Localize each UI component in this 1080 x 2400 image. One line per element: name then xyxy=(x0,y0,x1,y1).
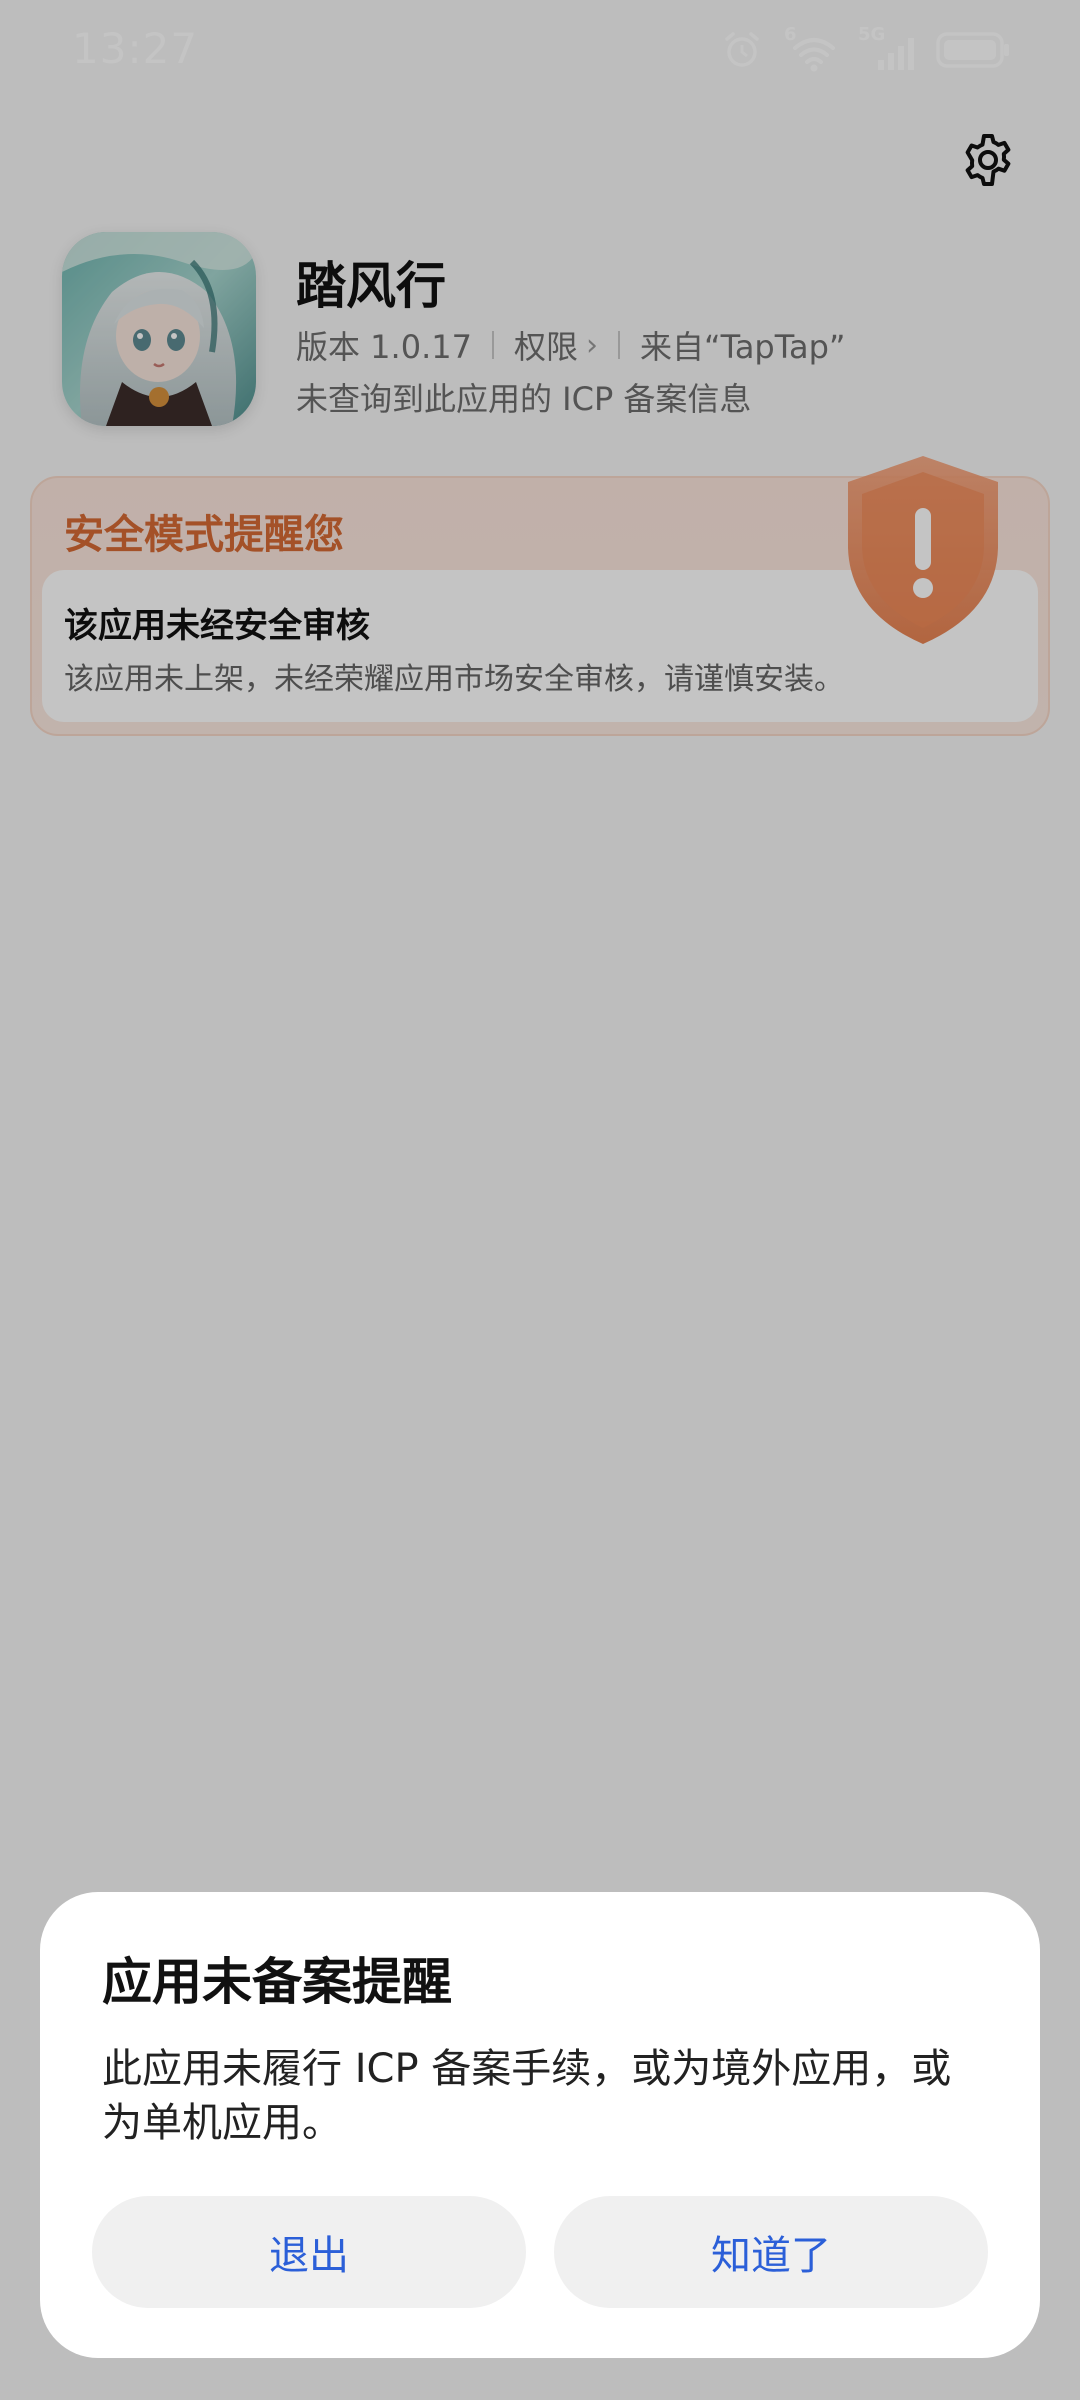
screen: 13:27 6 5G 踏风行 版本 1.0.17 权限 › 来自“TapTap”… xyxy=(0,0,1080,2400)
unfiled-app-dialog: 应用未备案提醒 此应用未履行 ICP 备案手续，或为境外应用，或为单机应用。 退… xyxy=(40,1892,1040,2358)
acknowledge-button[interactable]: 知道了 xyxy=(554,2196,988,2308)
dialog-message: 此应用未履行 ICP 备案手续，或为境外应用，或为单机应用。 xyxy=(102,2046,952,2146)
exit-button[interactable]: 退出 xyxy=(92,2196,526,2308)
dialog-title: 应用未备案提醒 xyxy=(102,1953,452,2011)
